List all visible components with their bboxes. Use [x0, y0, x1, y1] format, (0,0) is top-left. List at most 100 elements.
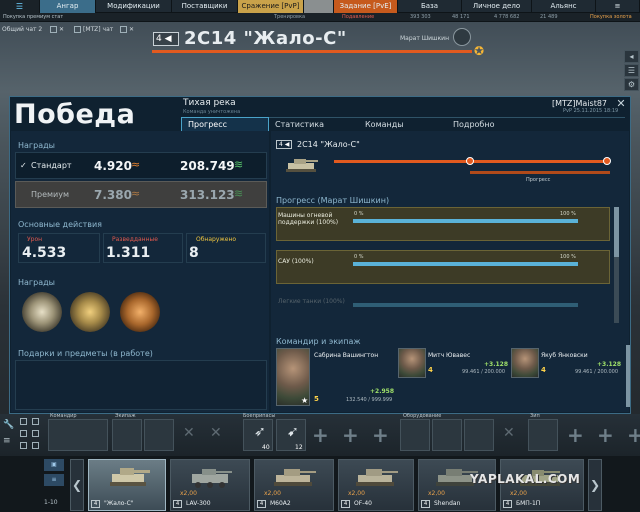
- side-collapse-icon[interactable]: ◂: [624, 50, 639, 63]
- add-ammo-icon[interactable]: +: [312, 425, 329, 445]
- actions-title: Основные действия: [18, 220, 102, 229]
- equipment-slot-3[interactable]: [464, 419, 494, 451]
- add-consumable-icon[interactable]: +: [627, 425, 640, 445]
- empty-slot-icon[interactable]: ✕: [503, 425, 515, 441]
- crew-total-1: 99.461 / 200.000: [462, 369, 506, 375]
- tank-icon: [192, 469, 232, 488]
- add-consumable-icon[interactable]: +: [567, 425, 584, 445]
- chat-clan-checkbox[interactable]: [74, 26, 81, 33]
- crew-title: Командир и экипаж: [276, 337, 361, 346]
- crew-name-2: Якуб Янковски: [541, 352, 588, 359]
- training-label[interactable]: Тренировка: [274, 13, 305, 22]
- platoon-label[interactable]: Подавление: [342, 13, 374, 22]
- chat-tab-general-label: Общий чат 2: [2, 26, 43, 33]
- filter-checkbox[interactable]: [20, 418, 27, 425]
- chat-tab-clan-controls[interactable]: ✕: [120, 25, 134, 35]
- tank-name: M60A2: [270, 500, 291, 507]
- level-range[interactable]: 1-10: [44, 499, 58, 506]
- crew-slot-2[interactable]: [144, 419, 174, 451]
- tab-teams[interactable]: Команды: [359, 117, 447, 131]
- tab-details[interactable]: Подробно: [447, 117, 625, 131]
- commander-slot[interactable]: [48, 419, 108, 451]
- add-ammo-icon[interactable]: +: [342, 425, 359, 445]
- filter-checkbox[interactable]: [32, 430, 39, 437]
- chat-clan-box[interactable]: [120, 26, 127, 33]
- progress-bar: [353, 262, 578, 266]
- tab-profile[interactable]: Личное дело: [462, 0, 532, 13]
- tank-name: БМП-1П: [516, 500, 541, 507]
- premium-label: Премиум: [31, 190, 70, 199]
- medal-star-icon[interactable]: [22, 292, 62, 332]
- filter-flag-icon[interactable]: ▣: [44, 459, 64, 471]
- premium-notice[interactable]: Покупка премиум статуса: [3, 13, 63, 22]
- buy-gold-link[interactable]: Покупка золота: [590, 13, 632, 22]
- standard-label: Стандарт: [31, 161, 72, 170]
- empty-slot-icon[interactable]: ✕: [183, 425, 195, 441]
- tab-battle-pvp[interactable]: Сражение [PvP]: [238, 0, 304, 13]
- equipment-slot-2[interactable]: [432, 419, 462, 451]
- close-icon[interactable]: ✕: [616, 98, 626, 109]
- tab-statistics[interactable]: Статистика: [269, 117, 359, 131]
- xp-icon: ≈: [131, 187, 141, 200]
- tab-modifications[interactable]: Модификации: [96, 0, 172, 13]
- carousel-prev-icon[interactable]: ❮: [70, 459, 84, 511]
- chat-tab-general[interactable]: Общий чат 2: [2, 25, 42, 35]
- crew-rank-1: 4: [428, 366, 433, 374]
- crew-scrollbar[interactable]: [626, 345, 630, 407]
- scout-label: Разведданные: [112, 236, 158, 243]
- medal-bronze-icon[interactable]: [120, 292, 160, 332]
- filter-icon[interactable]: ≡: [3, 436, 11, 446]
- empty-slot-icon[interactable]: ✕: [210, 425, 222, 441]
- tank-icon: [286, 159, 318, 172]
- filter-checkbox[interactable]: [20, 442, 27, 449]
- side-settings-icon[interactable]: ⚙: [624, 78, 639, 91]
- battle-tank-icon[interactable]: [304, 0, 334, 13]
- menu-icon[interactable]: ≡: [596, 0, 640, 13]
- shell-icon: ➶: [254, 424, 266, 440]
- progress-item-label: Легкие танки (100%): [278, 298, 345, 305]
- tank-name-small: 2С14 "Жало-С": [297, 140, 360, 149]
- add-ammo-icon[interactable]: +: [372, 425, 389, 445]
- tier-number-small: 4: [279, 141, 283, 148]
- crew-portrait-1[interactable]: [398, 348, 426, 378]
- chat-tab-clan[interactable]: [MTZ] чат: [74, 25, 113, 35]
- crew-rank-2: 4: [541, 366, 546, 374]
- chat-tab-clan-label: [MTZ] чат: [83, 26, 114, 33]
- progress-scrollbar-thumb[interactable]: [614, 207, 619, 257]
- tab-progress[interactable]: Прогресс: [181, 117, 269, 131]
- crew-portrait-2[interactable]: [511, 348, 539, 378]
- crew-slot-1[interactable]: [112, 419, 142, 451]
- carousel-next-icon[interactable]: ❯: [588, 459, 602, 511]
- commander-name: Сабрина Вашингтон: [314, 352, 379, 359]
- close-icon[interactable]: ✕: [59, 26, 64, 33]
- tab-hangar[interactable]: Ангар: [40, 0, 96, 13]
- wrench-icon[interactable]: 🔧: [3, 420, 14, 430]
- tank-multiplier: x2,00: [510, 490, 527, 497]
- spotted-value: 8: [189, 245, 199, 261]
- player-name: Марат Шишкин: [400, 35, 449, 42]
- tab-alliance[interactable]: Альянс: [532, 0, 596, 13]
- consumable-slot-1[interactable]: [528, 419, 558, 451]
- map-subtitle: Команда уничтожена: [183, 109, 241, 115]
- filter-checkbox[interactable]: [20, 430, 27, 437]
- filter-checkbox[interactable]: [32, 442, 39, 449]
- equipment-slot-1[interactable]: [400, 419, 430, 451]
- nav-logo[interactable]: ☰: [0, 0, 40, 13]
- tank-tier-badge: 4 ◀: [153, 32, 179, 46]
- crew-name-1: Митч Ювавес: [428, 352, 471, 359]
- progress-item-label: САУ (100%): [278, 258, 314, 265]
- side-list-icon[interactable]: ☰: [624, 64, 639, 77]
- filter-checkbox[interactable]: [32, 418, 39, 425]
- tab-base[interactable]: База: [398, 0, 462, 13]
- add-consumable-icon[interactable]: +: [597, 425, 614, 445]
- progress-title: Прогресс (Марат Шишкин): [276, 196, 390, 205]
- medal-wings-icon[interactable]: [70, 292, 110, 332]
- tab-mission-pve[interactable]: Задание [PvE]: [334, 0, 398, 13]
- tab-suppliers[interactable]: Поставщики: [172, 0, 238, 13]
- chat-tab-general-controls[interactable]: ✕: [50, 25, 64, 35]
- close-icon[interactable]: ✕: [129, 26, 134, 33]
- chat-checkbox[interactable]: [50, 26, 57, 33]
- xp-value: 4 778 682: [494, 14, 520, 20]
- gold-value: 48 171: [452, 14, 470, 20]
- filter-stars-icon[interactable]: ≡: [44, 474, 64, 486]
